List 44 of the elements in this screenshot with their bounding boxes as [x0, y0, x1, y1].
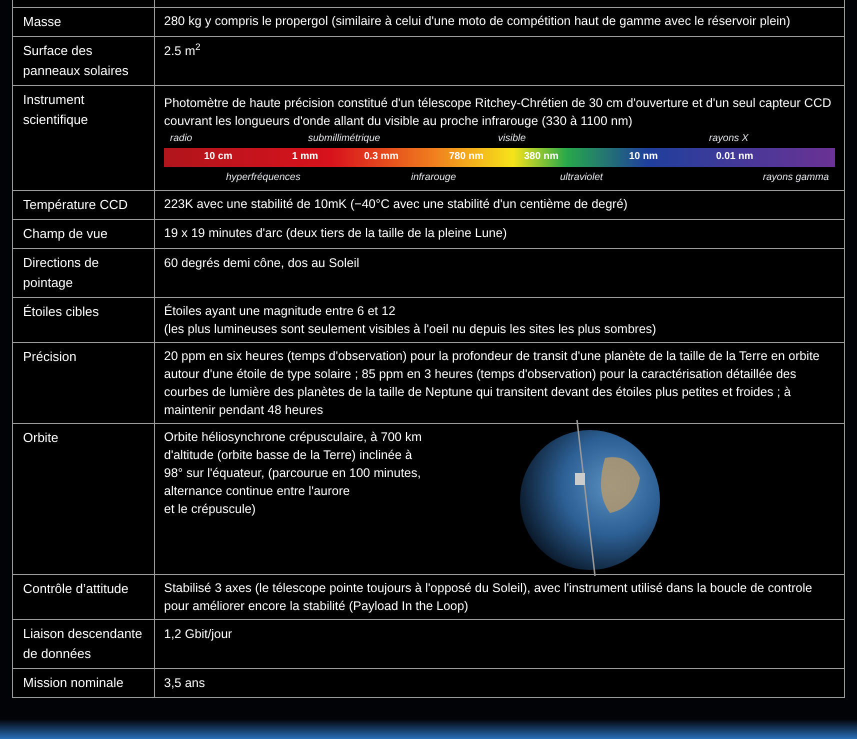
wavelength-label: 780 nm: [449, 152, 484, 162]
row-value: Orbite héliosynchrone crépusculaire, à 700 km: [164, 429, 423, 446]
row-value: et le crépuscule): [164, 501, 257, 518]
band-label: ultraviolet: [560, 173, 603, 183]
row-value: 2.5 m$^{2}$: [164, 41, 202, 60]
row-value: (les plus lumineuses sont seulement visibles à l'oeil nu depuis les sites les plus sombres): [164, 321, 658, 338]
wavelength-label: 10 cm: [204, 152, 232, 162]
row-label: Température CCD: [23, 196, 129, 214]
band-label: visible: [498, 134, 526, 144]
row-label: Instrument scientifique: [23, 91, 90, 129]
row-label: Masse: [23, 13, 62, 31]
band-label: submillimétrique: [308, 134, 380, 144]
row-value: Stabilisé 3 axes (le télescope pointe toujours à l'opposé du Soleil), avec l'instrument utilisé dans la boucle de controle pour améliorer encore la stabilité (Payload In the Loop): [164, 580, 814, 615]
row-value: 98° sur l'équateur, (parcourue en 100 minutes,: [164, 465, 422, 482]
row-value: 19 x 19 minutes d'arc (deux tiers de la taille de la pleine Lune): [164, 225, 508, 242]
wavelength-label: 10 nm: [629, 152, 658, 162]
band-label: rayons gamma: [762, 173, 829, 183]
row-label: Surface des panneaux solaires: [23, 42, 130, 80]
row-label: Orbite: [23, 429, 60, 447]
row-label: Contrôle d’attitude: [23, 580, 130, 598]
row-value: 60 degrés demi cône, dos au Soleil: [164, 255, 360, 272]
row-label: Mission nominale: [23, 674, 124, 692]
row-value: 1,2 Gbit/jour: [164, 626, 234, 643]
row-value: 3,5 ans: [164, 675, 206, 692]
wavelength-label: 0.01 nm: [716, 152, 754, 162]
row-value: d'altitude (orbite basse de la Terre) inclinée à: [164, 447, 414, 464]
band-label: hyperfréquences: [226, 173, 300, 183]
wavelength-label: 0.3 mm: [364, 152, 398, 162]
row-value: 280 kg y compris le propergol (similaire à celui d'une moto de compétition haut de gamme avec le réservoir plein): [164, 13, 792, 30]
row-value: Photomètre de haute précision constitué d'un télescope Ritchey-Chrétien de 30 cm d'ouverture et d'un seul capteur CCD couvrant les longueurs d'onde allant du visible au proche infrarouge (330 à 1100 nm): [164, 95, 832, 130]
row-label: Liaison descendante de données: [23, 625, 144, 663]
row-label: Champ de vue: [23, 225, 109, 243]
band-label: radio: [170, 134, 192, 144]
row-value: Étoiles ayant une magnitude entre 6 et 12: [164, 303, 396, 320]
band-label: infrarouge: [411, 173, 456, 183]
row-value: alternance continue entre l'aurore: [164, 483, 351, 500]
row-label: Précision: [23, 348, 78, 366]
row-label: Directions de pointage: [23, 254, 100, 292]
row-value: 20 ppm en six heures (temps d'observation) pour la profondeur de transit d'une planète de la taille de la Terre en orbite autour d'une étoile de type solaire ; 85 ppm en 3 heures (temps d'observation) pour la caractérisation détaillée des courbes de lumière des planètes de la taille de Neptune qui transitent devant des étoiles plus petites et froides ; à maintenir pendant 48 heures: [164, 348, 821, 419]
row-label: Étoiles cibles: [23, 303, 100, 321]
row-value: 223K avec une stabilité de 10mK (−40°C avec une stabilité d'un centième de degré): [164, 196, 629, 213]
wavelength-label: 380 nm: [524, 152, 558, 162]
band-label: rayons X: [709, 134, 748, 144]
wavelength-label: 1 mm: [292, 152, 318, 162]
